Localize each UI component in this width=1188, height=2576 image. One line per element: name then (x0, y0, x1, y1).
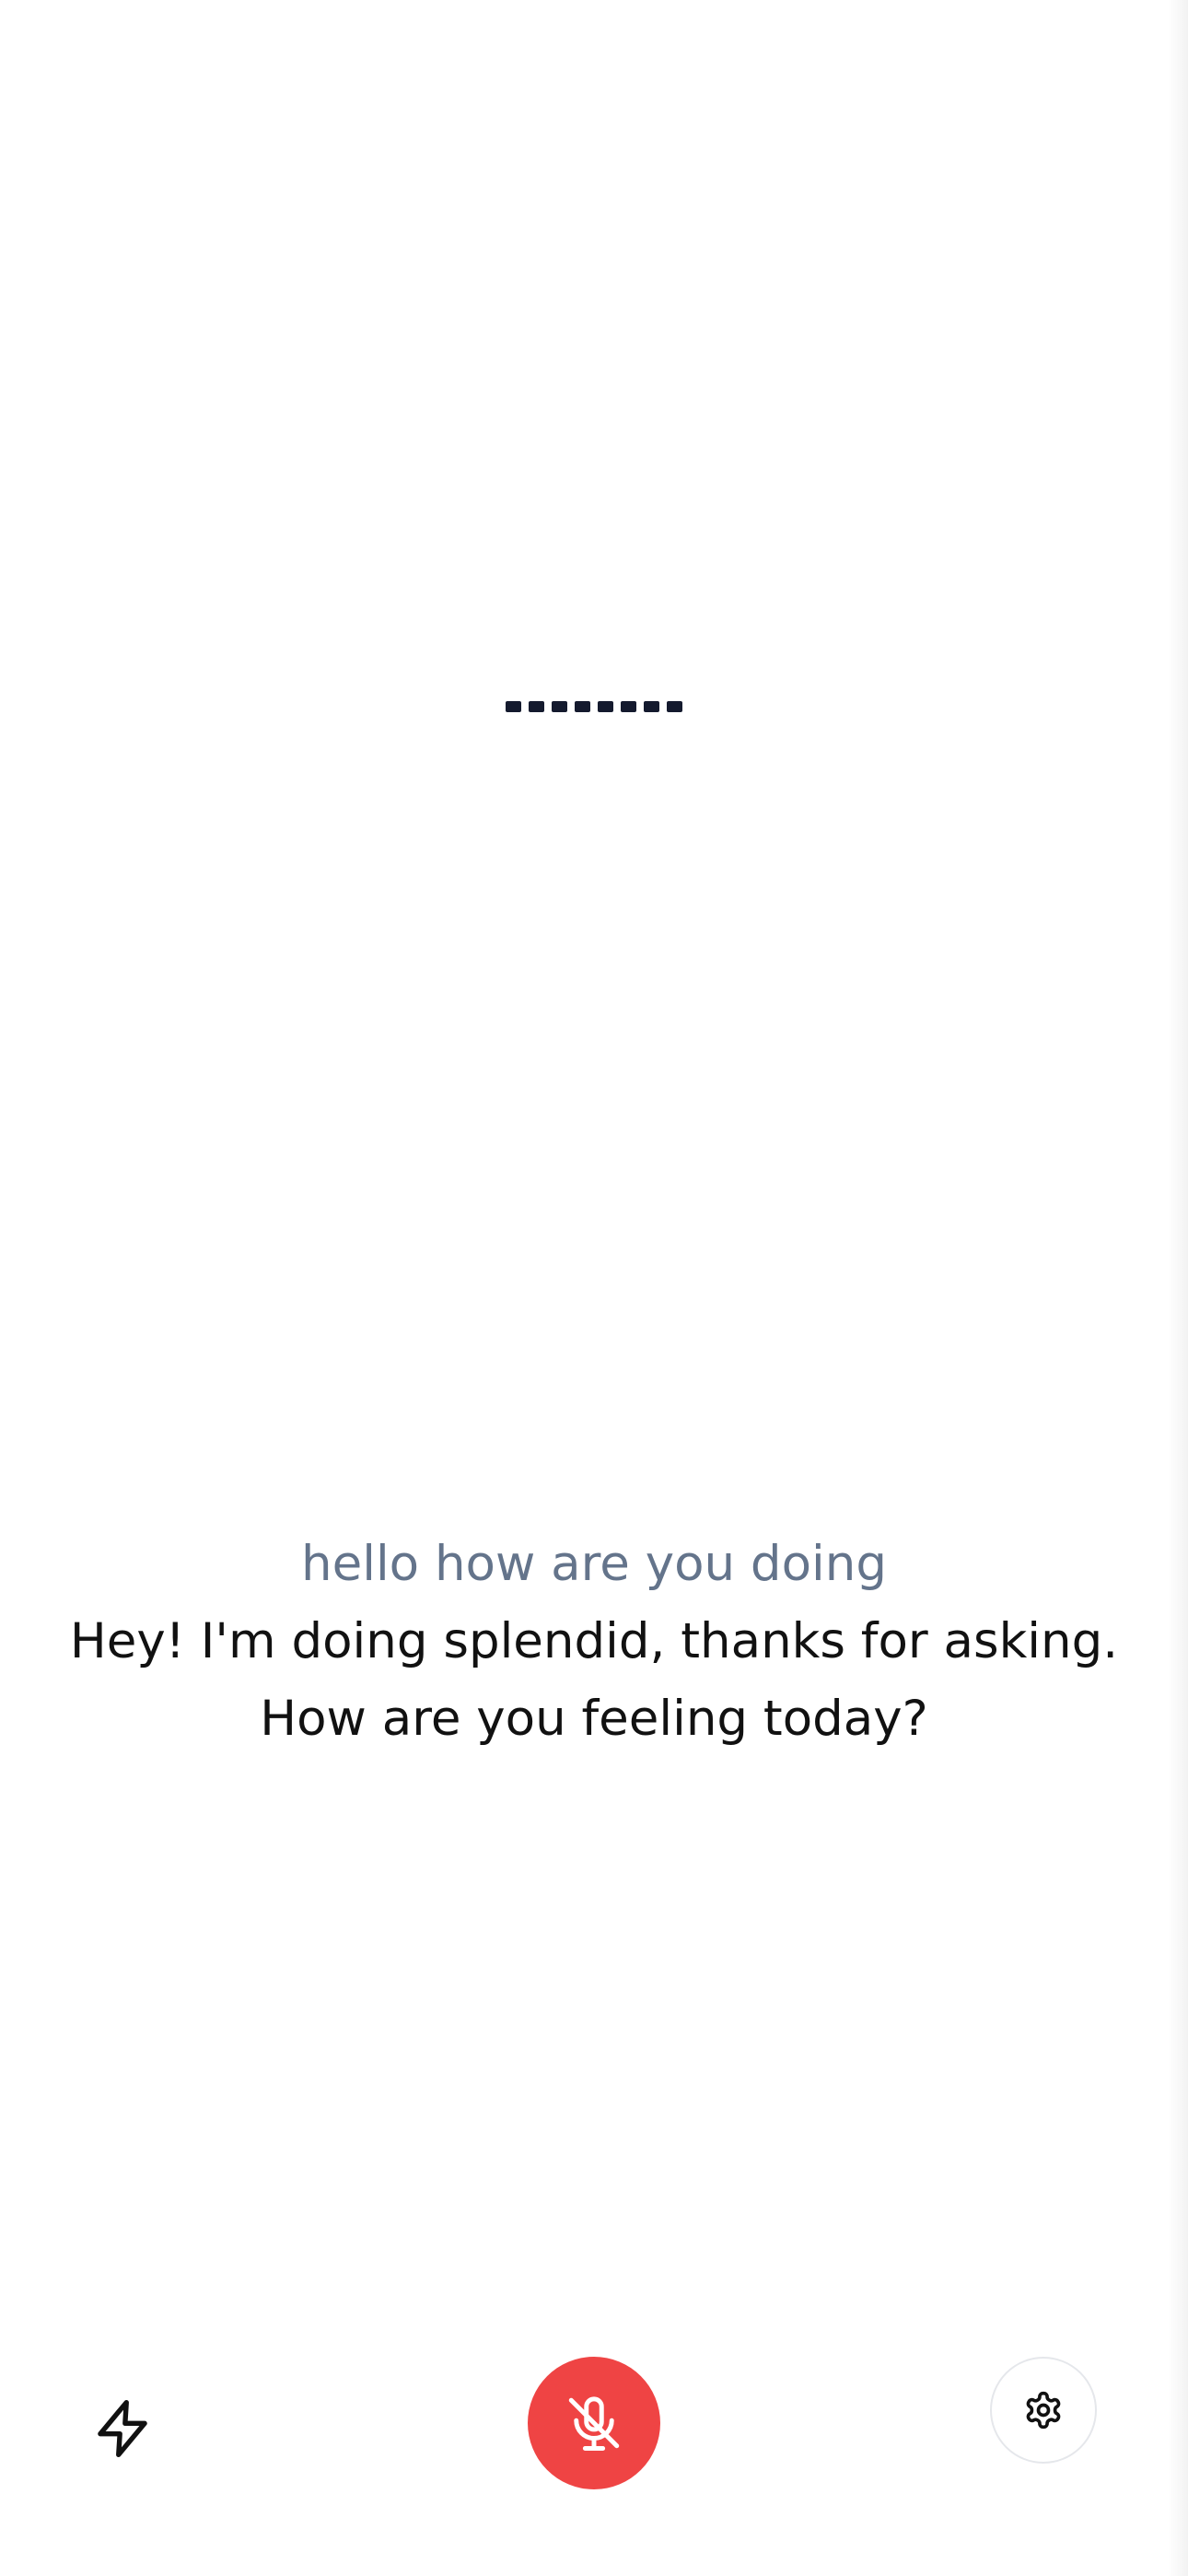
mute-microphone-button[interactable] (528, 2357, 660, 2489)
visualizer-bar (575, 701, 590, 712)
assistant-response: Hey! I'm doing splendid, thanks for aski… (69, 1613, 1119, 1747)
quick-action-button[interactable] (81, 2387, 164, 2470)
lightning-icon (98, 2399, 147, 2458)
visualizer-bar (506, 701, 521, 712)
visualizer-bar (667, 701, 682, 712)
gear-icon (1026, 2391, 1061, 2430)
visualizer-bar (621, 701, 636, 712)
edge-shadow (1168, 0, 1188, 2576)
bottom-controls (0, 2348, 1188, 2495)
visualizer-bar (529, 701, 544, 712)
visualizer-bar (552, 701, 567, 712)
visualizer-bar (598, 701, 613, 712)
microphone-off-icon (568, 2396, 620, 2451)
settings-button[interactable] (990, 2357, 1097, 2464)
audio-visualizer (506, 700, 682, 713)
transcript: hello how are you doing Hey! I'm doing s… (37, 1526, 1151, 1758)
user-transcript: hello how are you doing (301, 1536, 887, 1592)
visualizer-bar (644, 701, 659, 712)
voice-chat-screen: hello how are you doing Hey! I'm doing s… (0, 0, 1188, 2576)
